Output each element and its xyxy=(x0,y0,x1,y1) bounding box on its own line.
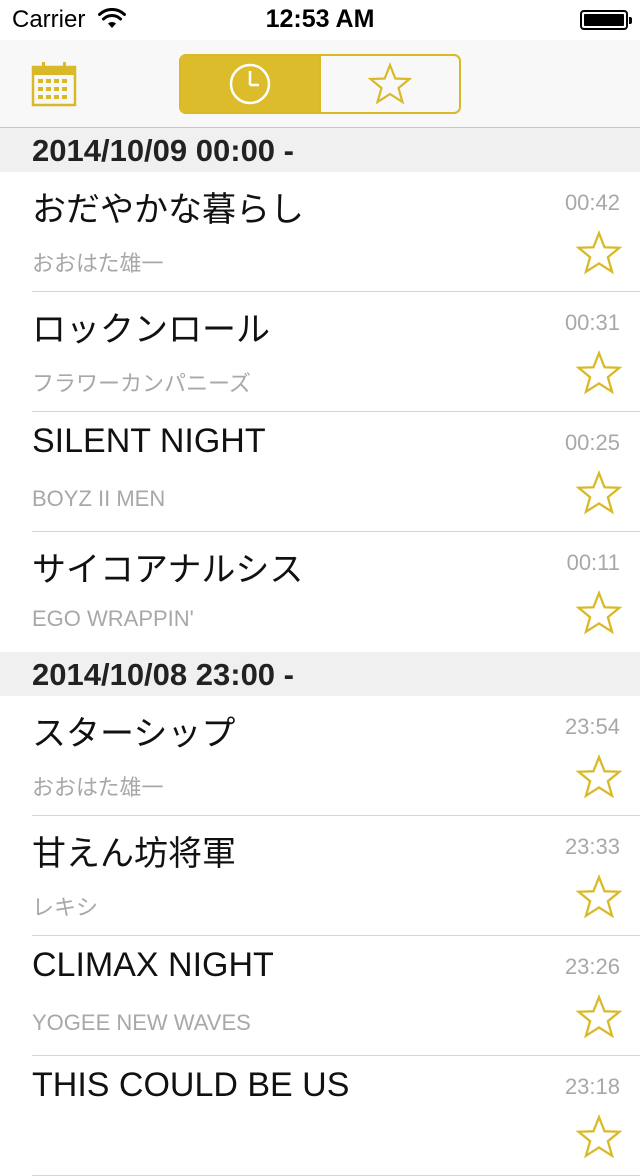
song-list: 2014/10/09 00:00 - おだやかな暮らし 00:42 おおはた雄一… xyxy=(0,128,640,1176)
favorite-star-icon[interactable] xyxy=(576,590,622,636)
song-row[interactable]: THIS COULD BE US 23:18 xyxy=(0,1056,640,1176)
favorite-star-icon[interactable] xyxy=(576,230,622,276)
status-bar: Carrier 12:53 AM xyxy=(0,0,640,40)
favorite-star-icon[interactable] xyxy=(576,754,622,800)
favorite-star-icon[interactable] xyxy=(576,470,622,516)
song-artist: おおはた雄一 xyxy=(32,775,164,800)
song-title: 甘えん坊将軍 xyxy=(32,835,236,873)
song-title: CLIMAX NIGHT xyxy=(32,946,274,984)
star-icon xyxy=(368,62,412,105)
song-row[interactable]: おだやかな暮らし 00:42 おおはた雄一 xyxy=(0,172,640,292)
song-row[interactable]: 甘えん坊将軍 23:33 レキシ xyxy=(0,816,640,936)
song-time: 23:18 xyxy=(564,1074,620,1099)
song-title: THIS COULD BE US xyxy=(32,1066,350,1104)
view-segmented-control xyxy=(179,54,461,114)
song-row[interactable]: ロックンロール 00:31 フラワーカンパニーズ xyxy=(0,292,640,412)
favorite-star-icon[interactable] xyxy=(576,350,622,396)
segment-favorites[interactable] xyxy=(319,56,459,112)
song-artist: EGO WRAPPIN' xyxy=(32,606,194,631)
song-artist: YOGEE NEW WAVES xyxy=(32,1010,251,1035)
song-artist: おおはた雄一 xyxy=(32,251,164,276)
song-title: SILENT NIGHT xyxy=(32,422,266,460)
song-time: 00:42 xyxy=(564,190,620,215)
song-row[interactable]: CLIMAX NIGHT 23:26 YOGEE NEW WAVES xyxy=(0,936,640,1056)
battery-icon xyxy=(580,10,632,30)
section-header: 2014/10/09 00:00 - xyxy=(0,128,640,172)
song-title: ロックンロール xyxy=(32,311,270,349)
favorite-star-icon[interactable] xyxy=(576,1114,622,1160)
song-title: おだやかな暮らし xyxy=(32,191,304,229)
song-row[interactable]: スターシップ 23:54 おおはた雄一 xyxy=(0,696,640,816)
song-artist: フラワーカンパニーズ xyxy=(32,371,251,396)
song-time: 23:54 xyxy=(564,714,620,739)
navigation-bar xyxy=(0,40,640,128)
song-time: 23:33 xyxy=(564,834,620,859)
song-artist: レキシ xyxy=(32,895,99,920)
song-time: 00:25 xyxy=(564,430,620,455)
status-time: 12:53 AM xyxy=(265,5,375,33)
song-row[interactable]: SILENT NIGHT 00:25 BOYZ II MEN xyxy=(0,412,640,532)
song-time: 23:26 xyxy=(564,954,620,979)
song-time: 00:11 xyxy=(566,550,620,575)
song-row[interactable]: サイコアナルシス 00:11 EGO WRAPPIN' xyxy=(0,532,640,652)
favorite-star-icon[interactable] xyxy=(576,874,622,920)
song-title: スターシップ xyxy=(32,715,236,753)
section-header: 2014/10/08 23:00 - xyxy=(0,652,640,696)
song-title: サイコアナルシス xyxy=(32,551,304,589)
song-time: 00:31 xyxy=(564,310,620,335)
favorite-star-icon[interactable] xyxy=(576,994,622,1040)
calendar-icon[interactable] xyxy=(30,60,78,108)
segment-history[interactable] xyxy=(181,56,319,112)
clock-icon xyxy=(229,63,271,105)
song-artist: BOYZ II MEN xyxy=(32,486,166,511)
